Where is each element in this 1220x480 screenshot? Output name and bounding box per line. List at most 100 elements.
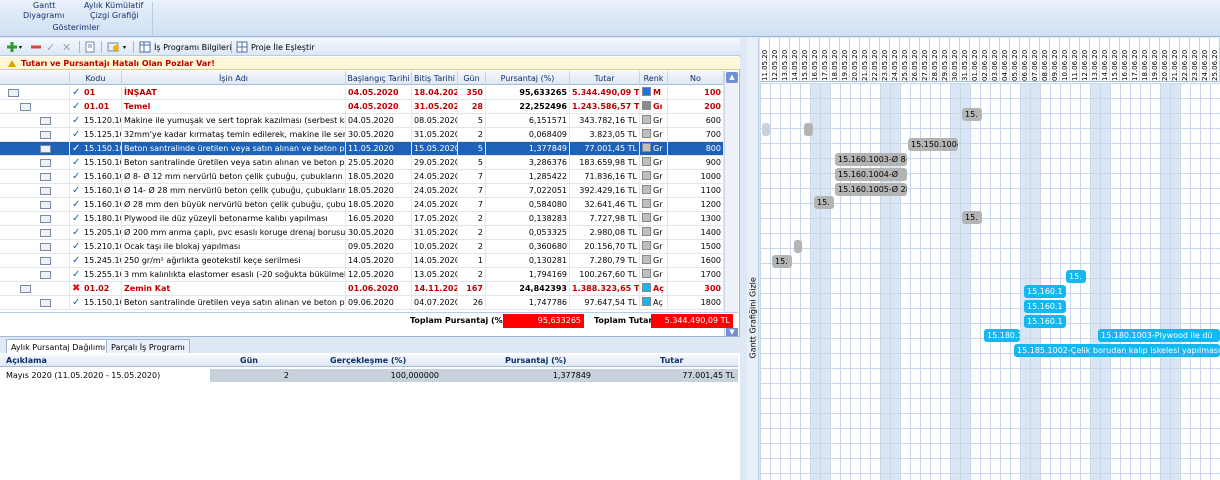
- cell-name: 250 gr/m² ağırlıkta geotekstil keçe seri…: [122, 254, 346, 267]
- gantt-bar[interactable]: [794, 240, 802, 253]
- add-dropdown-icon[interactable]: ▾: [19, 40, 22, 54]
- gantt-date-label: 12.06.20: [1081, 49, 1089, 81]
- header-renk[interactable]: Renk: [640, 71, 668, 85]
- table-row[interactable]: ✓15.205.1004Ø 200 mm anma çaplı, pvc esa…: [0, 226, 724, 240]
- settings-icon[interactable]: [107, 40, 121, 54]
- grid-vertical-scrollbar[interactable]: ▲ ▼: [724, 71, 738, 341]
- header-pursantaj[interactable]: Pursantaj (%): [505, 355, 566, 367]
- gantt-bar[interactable]: 15.160.1: [1024, 315, 1066, 328]
- table-row[interactable]: ✓15.125.100832mm'ye kadar kırmataş temin…: [0, 128, 724, 142]
- gantt-diyagrami-label[interactable]: Diyagramı: [23, 11, 64, 20]
- group-row[interactable]: ✖01.02Zemin Kat01.06.202014.11.202016724…: [0, 282, 724, 296]
- cizgi-grafigi-label[interactable]: Çizgi Grafiği: [90, 11, 139, 20]
- gantt-bar[interactable]: 15.160.1004-Ø: [835, 168, 907, 181]
- tree-cell[interactable]: [0, 86, 70, 99]
- gantt-bar[interactable]: 15.180.1003-Plywood ile dü: [1098, 329, 1220, 342]
- table-row[interactable]: ✓15.160.1004Ø 14- Ø 28 mm nervürlü beton…: [0, 184, 724, 198]
- table-row[interactable]: ✓15.160.1003Ø 8- Ø 12 mm nervürlü beton …: [0, 170, 724, 184]
- gantt-bar[interactable]: 15.185.1002-Çelik borudan kalıp iskelesi…: [1014, 344, 1220, 357]
- header-days[interactable]: Gün: [458, 71, 486, 85]
- monthly-row[interactable]: Mayıs 2020 (11.05.2020 - 15.05.2020) 2 1…: [0, 369, 738, 382]
- tree-cell[interactable]: [0, 184, 70, 197]
- aylik-kumulatif-button[interactable]: Aylık Kümülatif: [84, 1, 143, 10]
- gantt-bar[interactable]: 15.160.1005-Ø 28: [835, 183, 907, 196]
- tree-cell[interactable]: [0, 240, 70, 253]
- proje-ile-eslestir-button[interactable]: Proje İle Eşleştir: [236, 40, 315, 54]
- remove-icon[interactable]: [30, 40, 42, 54]
- header-gerceklesme[interactable]: Gerçekleşme (%): [330, 355, 406, 367]
- header-tutar[interactable]: Tutar: [660, 355, 683, 367]
- settings-dropdown-icon[interactable]: ▾: [123, 40, 126, 54]
- tree-cell[interactable]: [0, 296, 70, 309]
- gantt-bar[interactable]: 15.150.1004: [908, 138, 958, 151]
- table-row[interactable]: ✓15.160.1005Ø 28 mm den büyük nervürlü b…: [0, 198, 724, 212]
- gantt-date-column: 17.05.20: [820, 38, 830, 82]
- gantt-button[interactable]: Gantt: [33, 1, 55, 10]
- tree-cell[interactable]: [0, 198, 70, 211]
- cell-no: 800: [668, 142, 724, 155]
- scroll-up-icon[interactable]: ▲: [726, 72, 738, 83]
- tree-cell[interactable]: [0, 128, 70, 141]
- cell-pursantaj: 0,068409: [486, 128, 570, 141]
- tab-aylik-pursantaj[interactable]: Aylık Pursantaj Dağılımı: [6, 339, 111, 354]
- gantt-bar[interactable]: 15.180.1: [984, 329, 1020, 342]
- gantt-date-column: 01.06.20: [970, 38, 980, 82]
- cell-pursantaj: 95,633265: [486, 86, 570, 99]
- table-row[interactable]: ✓15.150.1004Beton santralinde üretilen v…: [0, 156, 724, 170]
- gantt-bar[interactable]: 15.160.1: [1024, 300, 1066, 313]
- header-tree[interactable]: [0, 71, 70, 85]
- gantt-toggle-label[interactable]: Gantt Grafiğini Gizle: [749, 277, 758, 358]
- gantt-bar[interactable]: 15.: [962, 108, 982, 121]
- tree-cell[interactable]: [0, 226, 70, 239]
- table-row[interactable]: ✓15.180.1003Plywood ile düz yüzeyli beto…: [0, 212, 724, 226]
- tree-cell[interactable]: [0, 212, 70, 225]
- is-programi-bilgileri-button[interactable]: İş Programı Bilgileri: [139, 40, 231, 54]
- gantt-bar[interactable]: 15.: [772, 255, 792, 268]
- cell-no: 1200: [668, 198, 724, 211]
- header-name[interactable]: İşin Adı: [122, 71, 346, 85]
- tree-cell[interactable]: [0, 156, 70, 169]
- tree-cell[interactable]: [0, 254, 70, 267]
- gantt-date-label: 05.06.20: [1011, 49, 1019, 81]
- gantt-bar[interactable]: [762, 123, 770, 136]
- table-row[interactable]: ✓15.150.1003Beton santralinde üretilen v…: [0, 142, 724, 156]
- group-row[interactable]: ✓01.01Temel04.05.202031.05.20202822,2524…: [0, 100, 724, 114]
- header-code[interactable]: Kodu: [70, 71, 122, 85]
- gantt-bar[interactable]: 15.: [814, 196, 834, 209]
- cell-end: 24.05.2020: [414, 198, 458, 211]
- table-row[interactable]: ✓15.120.1001Makine ile yumuşak ve sert t…: [0, 114, 724, 128]
- gantt-bar[interactable]: [804, 123, 813, 136]
- tree-cell[interactable]: [0, 100, 70, 113]
- color-swatch: [642, 269, 651, 278]
- gantt-bar[interactable]: 15.: [962, 211, 982, 224]
- table-row[interactable]: ✓15.210.1004Ocak taşı ile blokaj yapılma…: [0, 240, 724, 254]
- gantt-bar[interactable]: 15.160.1: [1024, 285, 1066, 298]
- gantt-bar[interactable]: 15.: [1066, 270, 1086, 283]
- document-icon[interactable]: [85, 40, 95, 54]
- cancel-icon[interactable]: ✕: [62, 40, 71, 54]
- group-row[interactable]: ✓01İNŞAAT04.05.202018.04.202135095,63326…: [0, 86, 724, 100]
- tree-cell[interactable]: [0, 268, 70, 281]
- tree-cell[interactable]: [0, 114, 70, 127]
- header-aciklama[interactable]: Açıklama: [6, 355, 47, 367]
- table-row[interactable]: ✓15.255.10153 mm kalınlıkta elastomer es…: [0, 268, 724, 282]
- tree-cell[interactable]: [0, 142, 70, 155]
- gantt-date-label: 31.05.20: [961, 49, 969, 81]
- cell-days: 26: [458, 296, 486, 309]
- tab-parcali-is-programi[interactable]: Parçalı İş Programı: [106, 339, 190, 354]
- table-row[interactable]: ✓15.245.1002250 gr/m² ağırlıkta geotekst…: [0, 254, 724, 268]
- tree-cell[interactable]: [0, 170, 70, 183]
- tree-cell[interactable]: [0, 282, 70, 295]
- header-tutar[interactable]: Tutar: [570, 71, 640, 85]
- cell-renk: Gr: [640, 156, 668, 169]
- table-row[interactable]: ✓15.150.1005Beton santralinde üretilen v…: [0, 296, 724, 310]
- header-no[interactable]: No: [668, 71, 724, 85]
- confirm-icon[interactable]: ✓: [46, 40, 55, 54]
- header-end[interactable]: Bitiş Tarihi: [412, 71, 458, 85]
- header-start[interactable]: Başlangıç Tarihi: [346, 71, 412, 85]
- header-pursantaj[interactable]: Pursantaj (%): [486, 71, 570, 85]
- add-icon[interactable]: [6, 40, 18, 54]
- header-gun[interactable]: Gün: [240, 355, 258, 367]
- gantt-toggle-strip[interactable]: Gantt Grafiğini Gizle: [747, 38, 759, 480]
- gantt-bar[interactable]: 15.160.1003-Ø 8-: [835, 153, 907, 166]
